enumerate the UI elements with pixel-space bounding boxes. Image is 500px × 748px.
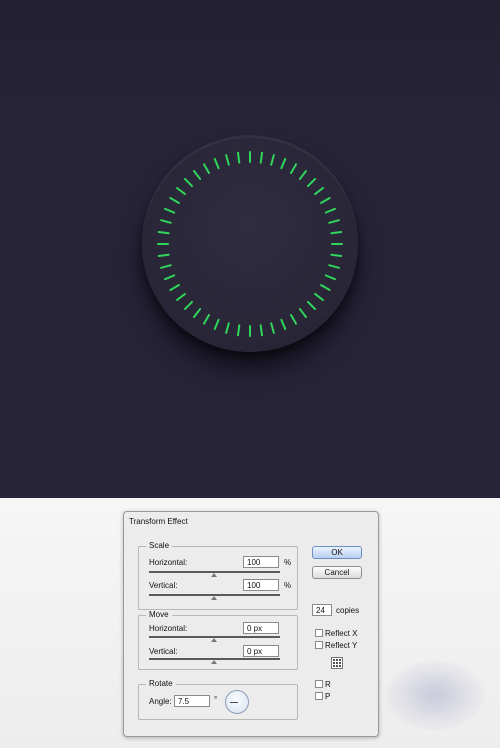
rotate-degree-symbol: ° bbox=[214, 695, 218, 704]
tick-mark bbox=[183, 300, 194, 311]
tick-mark bbox=[306, 177, 317, 188]
tick-mark bbox=[169, 197, 180, 204]
tick-mark bbox=[213, 158, 220, 170]
rotate-group-label: Rotate bbox=[146, 679, 176, 688]
tick-mark bbox=[225, 154, 230, 166]
scale-horizontal-input[interactable]: 100 bbox=[243, 556, 279, 568]
tick-mark bbox=[157, 253, 170, 258]
tick-mark bbox=[320, 284, 331, 291]
tick-mark bbox=[157, 230, 170, 235]
tick-mark bbox=[330, 253, 343, 258]
scale-vertical-unit: % bbox=[284, 581, 292, 590]
tick-ring bbox=[157, 151, 343, 337]
tick-mark bbox=[324, 207, 336, 214]
tick-mark bbox=[183, 177, 194, 188]
option-p-checkbox[interactable] bbox=[315, 692, 323, 700]
scale-group: Scale Horizontal: 100 % Vertical: 100 % bbox=[138, 541, 298, 610]
tick-mark bbox=[160, 264, 172, 269]
tick-mark bbox=[330, 230, 343, 235]
scale-vertical-input[interactable]: 100 bbox=[243, 579, 279, 591]
rotate-angle-dial[interactable] bbox=[225, 690, 249, 714]
ok-button[interactable]: OK bbox=[312, 546, 362, 559]
option-p-label: P bbox=[325, 692, 331, 701]
tick-mark bbox=[298, 170, 308, 180]
move-vertical-input[interactable]: 0 px bbox=[243, 645, 279, 657]
tick-mark bbox=[259, 324, 264, 337]
reflect-x-label: Reflect X bbox=[325, 629, 358, 638]
artboard-canvas bbox=[0, 0, 500, 498]
scale-horizontal-label: Horizontal: bbox=[149, 558, 188, 567]
option-r-label: R bbox=[325, 680, 331, 689]
tick-mark bbox=[160, 219, 172, 224]
tick-mark bbox=[203, 163, 210, 174]
tick-mark bbox=[176, 186, 186, 196]
scale-horizontal-unit: % bbox=[284, 558, 292, 567]
tick-mark bbox=[280, 158, 287, 170]
move-group: Move Horizontal: 0 px Vertical: 0 px bbox=[138, 610, 298, 670]
tick-mark bbox=[306, 300, 317, 311]
tick-mark bbox=[320, 197, 331, 204]
tick-mark bbox=[164, 207, 176, 214]
reflect-y-label: Reflect Y bbox=[325, 641, 358, 650]
move-horizontal-slider-thumb[interactable] bbox=[211, 638, 217, 642]
tick-mark bbox=[298, 308, 308, 318]
copies-label: copies bbox=[336, 606, 360, 615]
move-vertical-label: Vertical: bbox=[149, 647, 178, 656]
tick-mark bbox=[169, 284, 180, 291]
copies-input[interactable]: 24 bbox=[312, 604, 332, 616]
rotate-angle-input[interactable]: 7.5 bbox=[174, 695, 210, 707]
tick-mark bbox=[203, 314, 210, 325]
scale-vertical-label: Vertical: bbox=[149, 581, 178, 590]
scale-group-label: Scale bbox=[146, 541, 173, 550]
tick-mark bbox=[324, 274, 336, 281]
tick-mark bbox=[270, 154, 275, 166]
move-horizontal-label: Horizontal: bbox=[149, 624, 188, 633]
rotate-group: Rotate Angle: 7.5 ° bbox=[138, 679, 298, 720]
tick-mark bbox=[236, 151, 241, 164]
rotate-angle-label: Angle: bbox=[149, 697, 172, 706]
tick-mark bbox=[192, 308, 202, 318]
option-r-checkbox[interactable] bbox=[315, 680, 323, 688]
tick-mark bbox=[290, 163, 297, 174]
scale-vertical-slider-thumb[interactable] bbox=[211, 596, 217, 600]
tick-mark bbox=[213, 318, 220, 330]
tick-mark bbox=[176, 292, 186, 302]
reflect-x-checkbox[interactable] bbox=[315, 629, 323, 637]
tick-mark bbox=[259, 151, 264, 164]
tick-mark bbox=[236, 324, 241, 337]
tick-mark bbox=[290, 314, 297, 325]
move-vertical-slider-thumb[interactable] bbox=[211, 660, 217, 664]
tick-mark bbox=[314, 186, 324, 196]
tick-mark bbox=[270, 322, 275, 334]
tick-mark bbox=[314, 292, 324, 302]
scale-horizontal-slider-thumb[interactable] bbox=[211, 573, 217, 577]
transform-effect-dialog: Transform Effect Scale Horizontal: 100 %… bbox=[123, 511, 379, 737]
cancel-button[interactable]: Cancel bbox=[312, 566, 362, 579]
tick-mark bbox=[328, 264, 340, 269]
dial-pointer-icon bbox=[230, 702, 238, 703]
move-group-label: Move bbox=[146, 610, 172, 619]
watermark-blob bbox=[385, 660, 485, 730]
tick-mark bbox=[328, 219, 340, 224]
tick-mark bbox=[280, 318, 287, 330]
tick-mark bbox=[225, 322, 230, 334]
dialog-title: Transform Effect bbox=[129, 517, 188, 526]
tick-mark bbox=[164, 274, 176, 281]
reflect-y-checkbox[interactable] bbox=[315, 641, 323, 649]
reference-point-icon[interactable] bbox=[331, 657, 343, 669]
move-horizontal-input[interactable]: 0 px bbox=[243, 622, 279, 634]
tick-mark bbox=[192, 170, 202, 180]
